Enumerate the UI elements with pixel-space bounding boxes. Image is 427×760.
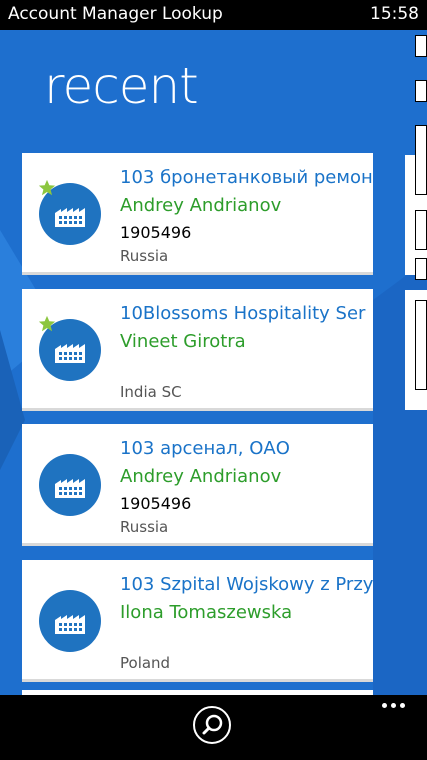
app-bar: [0, 695, 427, 760]
factory-icon: [55, 615, 85, 634]
panel-thumb: [415, 35, 427, 57]
factory-icon: [55, 479, 85, 498]
account-country: Russia: [120, 247, 169, 265]
status-bar: Account Manager Lookup 15:58: [0, 0, 427, 30]
star-icon: [38, 315, 56, 332]
panel-thumb: [415, 125, 427, 195]
star-icon: [38, 179, 56, 196]
page-title: recent: [44, 57, 199, 115]
panel-thumb: [415, 300, 427, 390]
clock: 15:58: [370, 4, 419, 24]
search-button[interactable]: [193, 706, 231, 744]
search-icon: [202, 714, 223, 735]
panel-thumb: [415, 258, 427, 280]
account-card[interactable]: 103 арсенал, ОАО Andrey Andrianov 190549…: [22, 424, 373, 546]
account-avatar: [39, 454, 101, 516]
account-country: India SC: [120, 383, 182, 401]
account-name: 10Blossoms Hospitality Ser: [120, 303, 366, 324]
account-number: 1905496: [120, 223, 192, 242]
contact-name: Andrey Andrianov: [120, 466, 282, 487]
account-name: 103 Szpital Wojskowy z Przy: [120, 574, 373, 595]
app-title: Account Manager Lookup: [8, 4, 223, 24]
account-country: Russia: [120, 518, 169, 536]
account-name: 103 бронетанковый ремон: [120, 167, 373, 188]
contact-name: Vineet Girotra: [120, 331, 246, 352]
account-avatar: [39, 590, 101, 652]
account-number: 1905496: [120, 494, 192, 513]
panel-thumb: [415, 80, 427, 102]
account-name: 103 арсенал, ОАО: [120, 438, 290, 459]
account-card[interactable]: 103 бронетанковый ремон Andrey Andrianov…: [22, 153, 373, 275]
more-icon[interactable]: [382, 697, 410, 713]
account-card[interactable]: 10Blossoms Hospitality Ser Vineet Girotr…: [22, 289, 373, 411]
account-country: Poland: [120, 654, 171, 672]
panel-thumb: [415, 210, 427, 250]
contact-name: Ilona Tomaszewska: [120, 602, 293, 623]
contact-name: Andrey Andrianov: [120, 195, 282, 216]
account-card[interactable]: 103 Szpital Wojskowy z Przy Ilona Tomasz…: [22, 560, 373, 682]
